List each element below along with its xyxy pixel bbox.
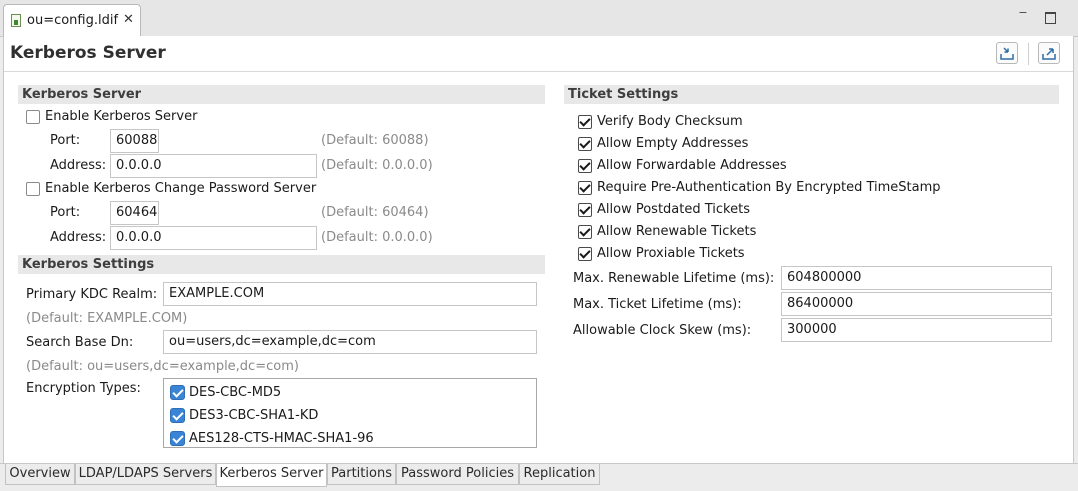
- address-input[interactable]: 0.0.0.0: [110, 154, 317, 178]
- allowable-clock-skew-label: Allowable Clock Skew (ms):: [573, 323, 752, 338]
- allow-renewable-label: Allow Renewable Tickets: [597, 224, 757, 239]
- kdc-realm-label: Primary KDC Realm:: [26, 287, 158, 302]
- import-config-button[interactable]: [996, 42, 1018, 64]
- header-divider: [4, 71, 1073, 72]
- enable-change-password-label: Enable Kerberos Change Password Server: [45, 181, 317, 196]
- search-base-dn-input[interactable]: ou=users,dc=example,dc=com: [163, 330, 537, 354]
- max-ticket-lifetime-input[interactable]: 86400000: [781, 292, 1052, 316]
- verify-body-checksum-checkbox[interactable]: [578, 115, 592, 129]
- encryption-types-label: Encryption Types:: [26, 381, 141, 396]
- require-preauth-checkbox[interactable]: [578, 181, 592, 195]
- encryption-type-label: DES3-CBC-SHA1-KD: [189, 408, 319, 423]
- cpw-port-label: Port:: [50, 205, 81, 220]
- max-ticket-lifetime-label: Max. Ticket Lifetime (ms):: [573, 297, 742, 312]
- address-label: Address:: [50, 158, 107, 173]
- encryption-type-label: AES128-CTS-HMAC-SHA1-96: [189, 431, 374, 446]
- address-default-hint: (Default: 0.0.0.0): [321, 158, 433, 173]
- page-title: Kerberos Server: [10, 43, 166, 63]
- kerberos-server-section-header: Kerberos Server: [18, 85, 545, 104]
- verify-body-checksum-label: Verify Body Checksum: [597, 114, 743, 129]
- max-renewable-lifetime-input[interactable]: 604800000: [781, 266, 1052, 290]
- export-config-button[interactable]: [1038, 42, 1060, 64]
- require-preauth-label: Require Pre-Authentication By Encrypted …: [597, 180, 941, 195]
- cpw-port-input[interactable]: 60464: [110, 201, 159, 225]
- editor-tab-title: ou=config.ldif: [27, 13, 119, 28]
- encryption-type-checkbox[interactable]: [170, 431, 185, 446]
- allow-forwardable-addresses-checkbox[interactable]: [578, 159, 592, 173]
- allow-proxiable-checkbox[interactable]: [578, 247, 592, 261]
- encryption-type-checkbox[interactable]: [170, 408, 185, 423]
- ticket-settings-section-header: Ticket Settings: [564, 85, 1059, 104]
- maximize-icon[interactable]: [1045, 12, 1056, 24]
- allowable-clock-skew-input[interactable]: 300000: [781, 318, 1052, 342]
- encryption-type-label: DES-CBC-MD5: [189, 385, 282, 400]
- tab-kerberos-server[interactable]: Kerberos Server: [216, 464, 327, 487]
- export-config-icon: [1042, 48, 1056, 60]
- tab-overview[interactable]: Overview: [5, 464, 75, 485]
- enable-kerberos-server-label: Enable Kerberos Server: [45, 109, 198, 124]
- enable-change-password-checkbox[interactable]: [26, 182, 40, 196]
- kdc-realm-input[interactable]: EXAMPLE.COM: [163, 282, 537, 306]
- toolbar-separator: [1028, 43, 1029, 65]
- close-icon[interactable]: ✕: [123, 12, 134, 27]
- encryption-type-checkbox[interactable]: [170, 385, 185, 400]
- allow-postdated-label: Allow Postdated Tickets: [597, 202, 750, 217]
- tab-ldap-ldaps-servers[interactable]: LDAP/LDAPS Servers: [75, 464, 216, 485]
- kdc-realm-default-hint: (Default: EXAMPLE.COM): [26, 311, 188, 326]
- editor-tab-strip: [0, 0, 1078, 37]
- editor-tab[interactable]: ou=config.ldif ✕: [3, 4, 141, 36]
- port-default-hint: (Default: 60088): [321, 133, 429, 148]
- enable-kerberos-server-checkbox[interactable]: [26, 110, 40, 124]
- cpw-port-default-hint: (Default: 60464): [321, 205, 429, 220]
- allow-renewable-checkbox[interactable]: [578, 225, 592, 239]
- allow-postdated-checkbox[interactable]: [578, 203, 592, 217]
- allow-forwardable-addresses-label: Allow Forwardable Addresses: [597, 158, 787, 173]
- cpw-address-label: Address:: [50, 230, 107, 245]
- import-config-icon: [1000, 47, 1014, 60]
- tab-password-policies[interactable]: Password Policies: [396, 464, 519, 485]
- allow-proxiable-label: Allow Proxiable Tickets: [597, 246, 745, 261]
- cpw-address-input[interactable]: 0.0.0.0: [110, 226, 317, 250]
- port-label: Port:: [50, 133, 81, 148]
- cpw-address-default-hint: (Default: 0.0.0.0): [321, 230, 433, 245]
- tab-replication[interactable]: Replication: [519, 464, 600, 485]
- allow-empty-addresses-checkbox[interactable]: [578, 137, 592, 151]
- tab-partitions[interactable]: Partitions: [327, 464, 396, 485]
- kerberos-settings-section-header: Kerberos Settings: [18, 255, 545, 274]
- minimize-icon[interactable]: −: [1016, 6, 1030, 20]
- max-renewable-lifetime-label: Max. Renewable Lifetime (ms):: [573, 271, 775, 286]
- allow-empty-addresses-label: Allow Empty Addresses: [597, 136, 749, 151]
- search-base-dn-default-hint: (Default: ou=users,dc=example,dc=com): [26, 359, 299, 374]
- search-base-dn-label: Search Base Dn:: [26, 335, 134, 350]
- ldif-file-icon: [11, 14, 21, 27]
- port-input[interactable]: 60088: [110, 129, 159, 153]
